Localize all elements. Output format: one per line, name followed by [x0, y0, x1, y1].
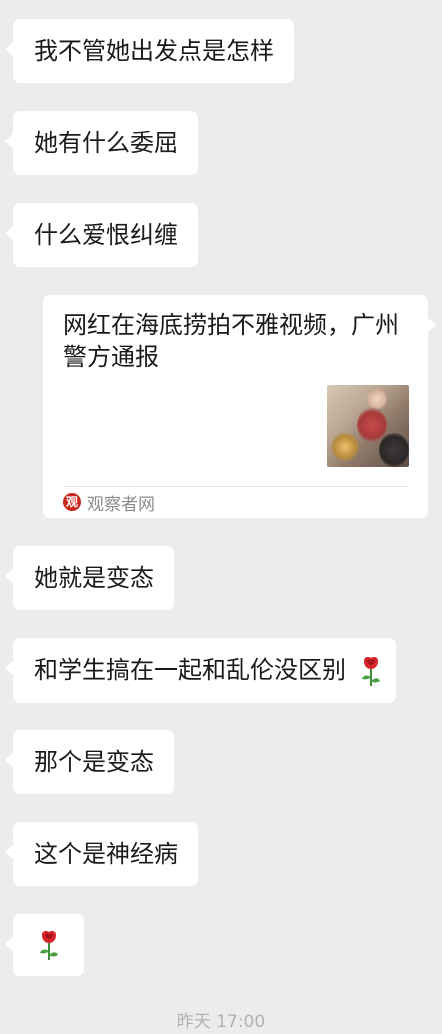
link-card-thumbnail	[327, 385, 409, 467]
link-card-divider	[63, 486, 408, 487]
link-card-title: 网红在海底捞拍不雅视频，广州警方通报	[63, 311, 399, 371]
message-bubble[interactable]: 她有什么委屈	[5, 111, 198, 175]
message-bubble[interactable]: 什么爱恨纠缠	[5, 203, 198, 267]
message-text: 这个是神经病	[34, 840, 178, 868]
source-name: 观察者网	[87, 494, 155, 515]
link-card[interactable]: 网红在海底捞拍不雅视频，广州警方通报 观 观察者网	[43, 295, 436, 518]
message-bubble[interactable]: 我不管她出发点是怎样	[5, 19, 294, 83]
source-logo-icon: 观	[63, 493, 81, 511]
message-text: 她就是变态	[34, 564, 154, 592]
message-bubble[interactable]: 她就是变态	[5, 546, 174, 610]
rose-icon	[361, 657, 380, 686]
message-bubble[interactable]: 这个是神经病	[5, 822, 198, 886]
message-text: 什么爱恨纠缠	[34, 221, 178, 249]
link-card-source: 观 观察者网	[63, 491, 155, 515]
message-bubble[interactable]: 和学生搞在一起和乱伦没区别	[5, 638, 396, 703]
timestamp: 昨天 17:00	[176, 1012, 266, 1032]
message-text: 那个是变态	[34, 748, 154, 776]
message-text: 我不管她出发点是怎样	[34, 37, 274, 65]
message-bubble[interactable]	[5, 914, 84, 976]
message-text: 她有什么委屈	[34, 129, 178, 157]
message-text: 和学生搞在一起和乱伦没区别	[34, 656, 346, 684]
message-bubble[interactable]: 那个是变态	[5, 730, 174, 794]
rose-icon	[39, 931, 58, 960]
